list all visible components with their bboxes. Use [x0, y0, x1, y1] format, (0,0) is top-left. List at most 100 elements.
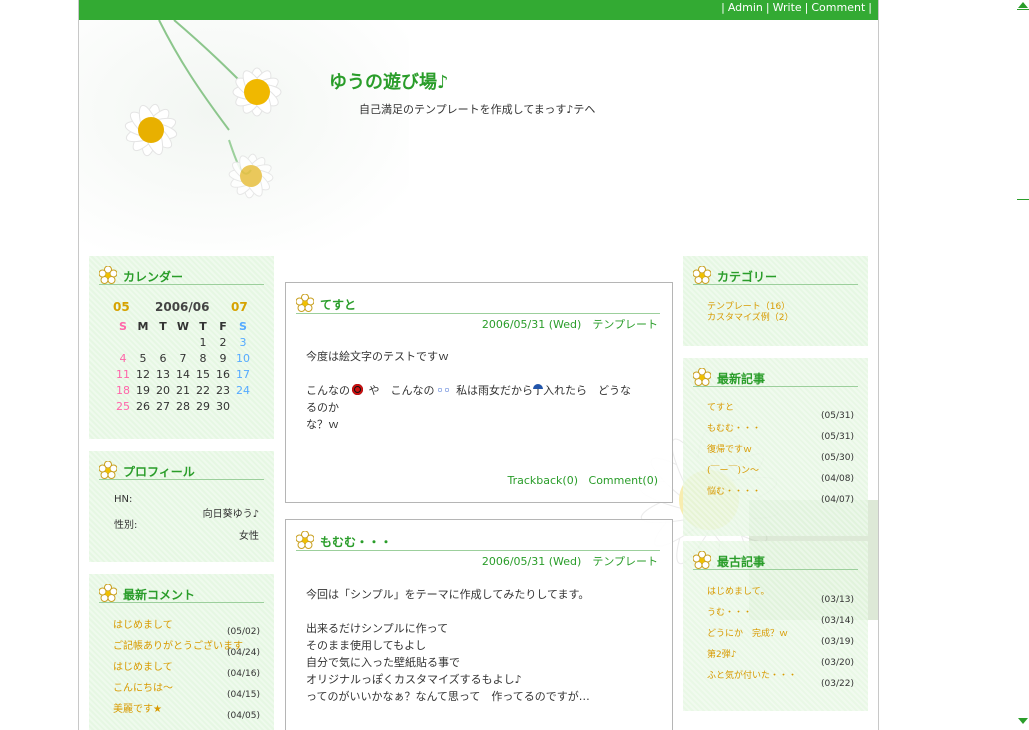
- comment-date: (04/15): [227, 690, 260, 700]
- admin-link[interactable]: Admin: [728, 1, 763, 14]
- post-meta[interactable]: 2006/05/31 (Wed) テンプレート: [482, 316, 658, 332]
- latest-post-link[interactable]: もむむ・・・: [707, 421, 761, 434]
- site-title[interactable]: ゆうの遊び場♪: [329, 68, 449, 94]
- post-entry: もむむ・・・ 2006/05/31 (Wed) テンプレート 今回は「シンプル」…: [285, 519, 673, 730]
- page-container: | Admin | Write | Comment | ゆうの遊び場♪ 自己満足…: [78, 0, 879, 730]
- dow-cell: F: [219, 319, 227, 333]
- next-month-link[interactable]: 07: [231, 300, 248, 314]
- post-title[interactable]: もむむ・・・: [320, 533, 392, 550]
- prev-month-link[interactable]: 05: [113, 300, 130, 314]
- post-text-line: そのまま使用してもよし: [306, 639, 427, 652]
- categories-box: カテゴリー テンプレート（16） カスタマイズ例（2）: [683, 256, 868, 346]
- day-cell: [233, 398, 253, 414]
- categories-header: カテゴリー: [693, 264, 858, 285]
- comment-link-item[interactable]: ご記帳ありがとうございます: [113, 637, 243, 652]
- recent-comments-box: 最新コメント はじめまして (05/02) ご記帳ありがとうございます (04/…: [89, 574, 274, 730]
- flower-icon: [296, 294, 314, 312]
- latest-post-link[interactable]: 悩む・・・・: [707, 484, 761, 497]
- comment-count-link[interactable]: Comment(0): [589, 474, 658, 487]
- comment-link-item[interactable]: はじめまして: [113, 658, 173, 673]
- calendar-title: カレンダー: [123, 270, 184, 284]
- scroll-down-arrow-icon[interactable]: [1018, 718, 1028, 724]
- latest-posts-title: 最新記事: [717, 372, 766, 386]
- flower-icon: [693, 266, 711, 284]
- latest-post-link[interactable]: てすと: [707, 400, 734, 413]
- day-cell: [113, 334, 133, 350]
- comment-date: (04/16): [227, 669, 260, 679]
- post-text-line: 自分で気に入った壁紙貼る事で: [306, 656, 460, 669]
- recent-comments-title: 最新コメント: [123, 588, 196, 602]
- sex-label: 性別:: [114, 520, 138, 531]
- comment-date: (04/05): [227, 711, 260, 721]
- dow-cell: W: [176, 319, 190, 333]
- post-title-bar: てすと: [296, 293, 660, 314]
- scroll-track-line: [1017, 9, 1029, 10]
- day-cell: 10: [236, 351, 250, 365]
- flower-icon: [693, 368, 711, 386]
- day-cell: 8: [199, 351, 207, 365]
- latest-posts-header: 最新記事: [693, 366, 858, 387]
- day-cell: 24: [236, 383, 250, 397]
- day-cell: 27: [156, 399, 170, 413]
- scroll-thumb-marker[interactable]: [1017, 199, 1029, 200]
- day-cell: 28: [176, 399, 190, 413]
- comment-link-item[interactable]: 美麗です★: [113, 700, 162, 715]
- write-link[interactable]: Write: [773, 1, 802, 14]
- day-cell: 21: [176, 383, 190, 397]
- oldest-post-date: (03/22): [821, 679, 854, 689]
- post-title[interactable]: てすと: [320, 296, 356, 313]
- glasses-icon: ◦◦: [436, 384, 451, 397]
- page-scrollbar[interactable]: [1017, 0, 1029, 730]
- current-month: 2006/06: [155, 300, 210, 314]
- day-cell: 20: [156, 383, 170, 397]
- post-title-bar: もむむ・・・: [296, 530, 660, 551]
- day-cell: 22: [196, 383, 210, 397]
- post-body: 今回は「シンプル」をテーマに作成してみたりしてます。 出来るだけシンプルに作って…: [306, 586, 636, 705]
- day-cell: 1: [199, 335, 207, 349]
- comment-link-item[interactable]: はじめまして: [113, 616, 173, 631]
- dow-cell: T: [199, 319, 207, 333]
- post-text-line: こんなの や こんなの ◦◦ 私は雨女だから 入れたら どうなるのか: [306, 384, 632, 414]
- flower-icon: [99, 461, 117, 479]
- oldest-post-date: (03/19): [821, 637, 854, 647]
- day-cell: 23: [216, 383, 230, 397]
- oldest-posts-title: 最古記事: [717, 555, 766, 569]
- oldest-post-link[interactable]: 第2弾♪: [707, 647, 736, 660]
- comment-link-item[interactable]: こんにちは～: [113, 679, 173, 694]
- oldest-posts-box: 最古記事 はじめまして。 (03/13) うむ・・・ (03/14) どうにか …: [683, 541, 868, 711]
- day-cell: 25: [116, 399, 130, 413]
- day-cell: 6: [159, 351, 167, 365]
- flower-icon: [296, 531, 314, 549]
- profile-title: プロフィール: [123, 465, 195, 479]
- comment-date: (04/24): [227, 648, 260, 658]
- latest-post-date: (05/31): [821, 411, 854, 421]
- day-cell: 11: [116, 367, 130, 381]
- profile-box: プロフィール HN: 向日葵ゆう♪ 性別: 女性: [89, 451, 274, 562]
- scroll-up-arrow-icon[interactable]: [1018, 2, 1028, 8]
- post-meta[interactable]: 2006/05/31 (Wed) テンプレート: [482, 553, 658, 569]
- day-cell: [133, 334, 153, 350]
- latest-post-link[interactable]: 復帰ですｗ: [707, 442, 752, 455]
- latest-post-link[interactable]: (￣ー￣)ン～: [707, 463, 759, 476]
- day-cell: 4: [119, 351, 127, 365]
- post-entry: てすと 2006/05/31 (Wed) テンプレート 今度は絵文字のテストです…: [285, 282, 673, 503]
- post-text-line: 今回は「シンプル」をテーマに作成してみたりしてます。: [306, 588, 590, 601]
- day-cell: [153, 334, 173, 350]
- category-link[interactable]: カスタマイズ例（2）: [707, 310, 793, 323]
- day-cell: 30: [216, 399, 230, 413]
- oldest-post-link[interactable]: ふと気が付いた・・・: [707, 668, 797, 681]
- day-cell: 26: [136, 399, 150, 413]
- oldest-posts-header: 最古記事: [693, 549, 858, 570]
- day-cell: 2: [219, 335, 227, 349]
- calendar-grid: S M T W T F S 1 2 3 4 5 6 7 8 9 10 11 12…: [113, 318, 253, 414]
- day-cell: 14: [176, 367, 190, 381]
- oldest-post-link[interactable]: どうにか 完成？ｗ: [707, 626, 788, 639]
- day-cell: 3: [239, 335, 247, 349]
- dow-cell: T: [159, 319, 167, 333]
- oldest-post-link[interactable]: うむ・・・: [707, 605, 752, 618]
- oldest-post-link[interactable]: はじめまして。: [707, 584, 769, 597]
- daisy-header-image: [79, 20, 409, 250]
- comment-link[interactable]: Comment: [811, 1, 865, 14]
- flower-icon: [693, 551, 711, 569]
- trackback-link[interactable]: Trackback(0): [508, 474, 579, 487]
